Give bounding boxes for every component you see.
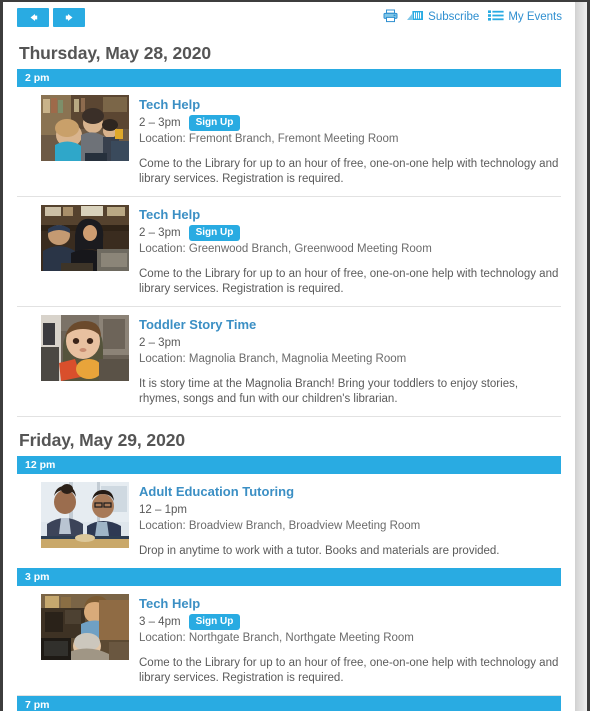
event-time-row: 2 – 3pm Sign Up [139,114,561,131]
event-location: Location: Greenwood Branch, Greenwood Me… [139,243,432,255]
time-slot-header: 2 pm [17,69,561,87]
tech-help-fremont-photo [41,95,129,161]
next-button[interactable] [53,8,85,27]
previous-button[interactable] [17,8,49,27]
event-thumbnail[interactable] [41,594,129,660]
my-events-label: My Events [508,10,562,23]
window-right-shadow [575,2,587,711]
print-button[interactable] [383,9,398,26]
events-calendar-page: Subscribe My Events Thursday, May 28, 20… [3,2,575,711]
time-slot-header: 7 pm [17,696,561,711]
event-location: Location: Northgate Branch, Northgate Me… [139,632,414,644]
event-description: It is story time at the Magnolia Branch!… [139,378,519,405]
event-title-link[interactable]: Tech Help [139,207,200,222]
event-thumbnail[interactable] [41,205,129,271]
event-thumbnail[interactable] [41,95,129,161]
event-description: Come to the Library for up to an hour of… [139,158,559,185]
events-list: Thursday, May 28, 2020 2 pm Tech Help 2 … [3,43,575,711]
event-time: 2 – 3pm [139,116,181,129]
my-events-link[interactable]: My Events [488,9,562,26]
event-item[interactable]: Tech Help 2 – 3pm Sign Up Location: Frem… [17,87,561,197]
browser-window-frame: Subscribe My Events Thursday, May 28, 20… [0,0,590,711]
time-slot-header: 3 pm [17,568,561,586]
event-details: Adult Education Tutoring 12 – 1pm Locati… [139,482,561,559]
tech-help-greenwood-photo [41,205,129,271]
event-time-row: 2 – 3pm Sign Up [139,224,561,241]
subscribe-label: Subscribe [428,10,480,23]
toolbar-actions: Subscribe My Events [383,9,562,26]
event-time: 2 – 3pm [139,226,181,239]
arrow-right-icon [64,12,75,23]
time-slot-header: 12 pm [17,456,561,474]
event-description: Come to the Library for up to an hour of… [139,268,559,295]
event-details: Toddler Story Time 2 – 3pm Location: Mag… [139,315,561,407]
subscribe-link[interactable]: Subscribe [407,9,479,26]
event-time: 12 – 1pm [139,503,187,516]
event-item[interactable]: Tech Help 2 – 3pm Sign Up Location: Gree… [17,197,561,307]
subscribe-icon [407,9,424,26]
event-description: Come to the Library for up to an hour of… [139,657,559,684]
event-thumbnail[interactable] [41,482,129,548]
event-time: 3 – 4pm [139,615,181,628]
date-heading: Friday, May 29, 2020 [19,430,185,450]
event-title-link[interactable]: Toddler Story Time [139,317,256,332]
sign-up-button[interactable]: Sign Up [188,224,241,241]
toddler-story-time-photo [41,315,129,381]
event-time-row: 12 – 1pm [139,501,561,518]
calendar-nav-buttons [17,8,85,27]
sign-up-button[interactable]: Sign Up [188,613,241,630]
date-heading: Thursday, May 28, 2020 [19,43,212,63]
event-location: Location: Fremont Branch, Fremont Meetin… [139,133,399,145]
event-details: Tech Help 2 – 3pm Sign Up Location: Gree… [139,205,561,297]
event-time: 2 – 3pm [139,336,181,349]
event-location: Location: Magnolia Branch, Magnolia Meet… [139,353,407,365]
arrow-left-icon [28,12,39,23]
sign-up-button[interactable]: Sign Up [188,114,241,131]
event-item[interactable]: Tech Help 3 – 4pm Sign Up Location: Nort… [17,586,561,696]
list-icon [488,9,504,26]
event-title-link[interactable]: Tech Help [139,596,200,611]
printer-icon [383,9,398,26]
adult-education-tutoring-photo [41,482,129,548]
event-item[interactable]: Adult Education Tutoring 12 – 1pm Locati… [17,474,561,568]
event-details: Tech Help 2 – 3pm Sign Up Location: Frem… [139,95,561,187]
event-location: Location: Broadview Branch, Broadview Me… [139,520,421,532]
event-details: Tech Help 3 – 4pm Sign Up Location: Nort… [139,594,561,686]
event-description: Drop in anytime to work with a tutor. Bo… [139,545,500,557]
event-time-row: 3 – 4pm Sign Up [139,613,561,630]
event-item[interactable]: Toddler Story Time 2 – 3pm Location: Mag… [17,307,561,417]
calendar-toolbar: Subscribe My Events [3,2,575,37]
event-title-link[interactable]: Tech Help [139,97,200,112]
event-title-link[interactable]: Adult Education Tutoring [139,484,294,499]
tech-help-northgate-photo [41,594,129,660]
event-time-row: 2 – 3pm [139,334,561,351]
event-thumbnail[interactable] [41,315,129,381]
